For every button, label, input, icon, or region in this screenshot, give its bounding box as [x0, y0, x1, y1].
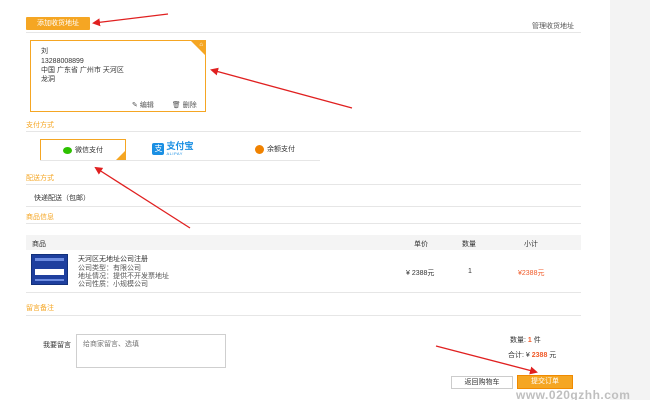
back-to-cart-button[interactable]: 返回购物车	[451, 376, 513, 389]
edit-label: 编辑	[139, 102, 154, 109]
shipping-method[interactable]: 快递配送（包邮）	[34, 193, 90, 203]
column-price: 单价	[414, 241, 428, 248]
trash-icon: 🗑	[171, 102, 181, 109]
count-label: 数量:	[510, 337, 526, 344]
divider	[26, 292, 581, 293]
right-gutter	[610, 0, 650, 400]
remarks-input[interactable]	[76, 334, 226, 368]
count-value: 1	[527, 337, 532, 344]
payment-option-label: 余额支付	[267, 146, 295, 153]
column-product: 商品	[32, 241, 46, 248]
order-confirm-page: 添加收货地址 管理收货地址 ⌂ 刘 13288008899 中国 广东省 广州市…	[0, 0, 650, 400]
delete-address-button[interactable]: 🗑 删除	[172, 102, 205, 109]
edit-address-button[interactable]: ✎ 编辑	[132, 102, 162, 109]
product-subtotal: ¥2388元	[518, 270, 545, 277]
manage-address-link[interactable]: 管理收货地址	[532, 21, 574, 31]
alipay-icon: 支	[152, 143, 165, 156]
alipay-logo: 支支付宝 ALIPAY	[152, 139, 194, 161]
wallet-icon	[255, 144, 264, 154]
count-unit: 件	[533, 337, 541, 344]
payment-option-balance[interactable]: 余额支付	[232, 139, 318, 161]
payment-section-title: 支付方式	[26, 122, 54, 129]
order-total: 合计: ¥ 2388 元	[508, 350, 556, 360]
annotation-arrow	[210, 67, 353, 109]
column-qty: 数量	[462, 241, 476, 248]
thumbnail-graphic	[35, 279, 64, 281]
submit-order-button[interactable]: 提交订单	[517, 375, 573, 389]
product-qty: 1	[468, 268, 472, 275]
divider	[26, 131, 581, 132]
address-card[interactable]: ⌂ 刘 13288008899 中国 广东省 广州市 天河区 龙洞 ✎ 编辑 🗑 删…	[30, 40, 206, 112]
thumbnail-graphic	[35, 269, 64, 275]
goods-table-header	[26, 235, 581, 250]
payment-option-wechat[interactable]: 微信支付	[40, 139, 126, 161]
product-price: ¥ 2388元	[406, 270, 435, 277]
address-street: 龙洞	[41, 76, 55, 83]
product-thumbnail[interactable]	[31, 254, 68, 285]
address-region: 中国 广东省 广州市 天河区	[41, 67, 124, 74]
remarks-section-title: 留言备注	[26, 305, 54, 312]
thumbnail-graphic	[35, 258, 64, 261]
total-label: 合计:	[508, 352, 524, 359]
shipping-section-title: 配送方式	[26, 175, 54, 182]
annotation-arrow	[92, 13, 169, 27]
payment-option-label: 支付宝	[166, 141, 194, 152]
watermark: www.020gzhh.com	[516, 388, 631, 400]
divider	[40, 160, 320, 161]
annotation-arrow	[94, 166, 191, 229]
divider	[26, 184, 581, 185]
divider	[26, 315, 581, 316]
product-name[interactable]: 天河区无地址公司注册	[78, 255, 148, 264]
address-name: 刘	[41, 48, 48, 55]
order-count: 数量: 1 件	[510, 335, 541, 345]
edit-icon: ✎	[132, 102, 138, 109]
column-subtotal: 小计	[524, 241, 538, 248]
divider	[26, 223, 581, 224]
home-icon: ⌂	[199, 42, 203, 48]
total-value: 2388	[531, 352, 548, 359]
wechat-icon	[63, 146, 72, 154]
address-phone: 13288008899	[41, 58, 84, 65]
divider	[26, 206, 581, 207]
delete-label: 删除	[182, 102, 197, 109]
total-currency: ¥	[525, 352, 530, 359]
total-unit: 元	[549, 352, 557, 359]
payment-option-alipay[interactable]: 支支付宝 ALIPAY	[130, 139, 216, 161]
remarks-label: 我要留言	[43, 342, 71, 349]
divider	[26, 32, 581, 33]
payment-option-label: 微信支付	[75, 147, 103, 154]
product-nature: 公司性质：小规模公司	[78, 281, 148, 288]
alipay-sublabel: ALIPAY	[166, 151, 183, 157]
add-address-button[interactable]: 添加收货地址	[26, 17, 90, 30]
goods-section-title: 商品信息	[26, 214, 54, 221]
address-actions: ✎ 编辑 🗑 删除	[132, 100, 213, 110]
